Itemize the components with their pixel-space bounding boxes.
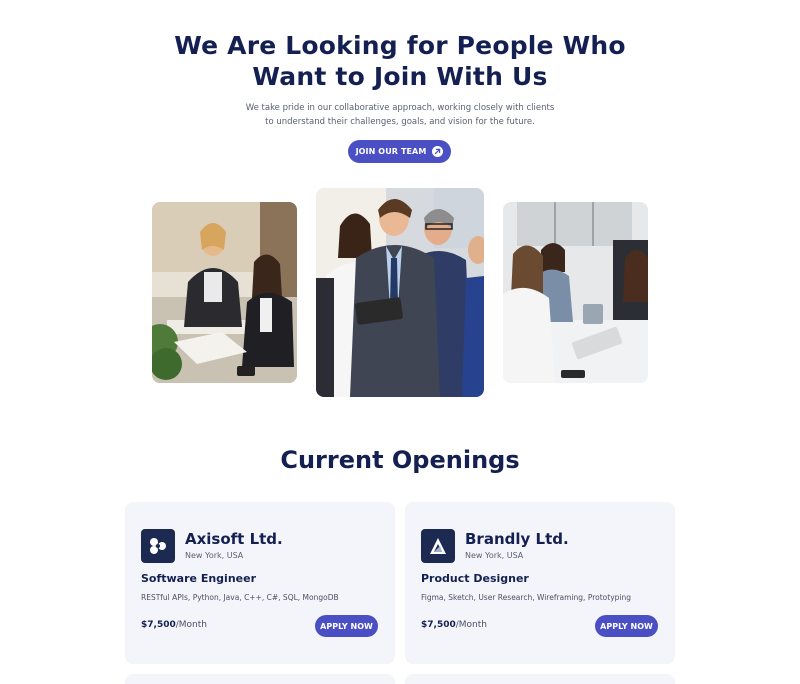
join-our-team-button[interactable]: JOIN OUR TEAM	[348, 140, 451, 163]
team-meeting-photo	[152, 202, 297, 383]
arrow-up-right-icon	[432, 146, 444, 157]
salary-amount: $7,500	[141, 620, 176, 630]
job-title: Software Engineer	[141, 572, 256, 585]
salary-period: /Month	[175, 620, 207, 630]
current-openings-title: Current Openings	[280, 446, 520, 474]
hero-title-line2: Want to Join With Us	[252, 62, 548, 91]
join-our-team-label: JOIN OUR TEAM	[355, 147, 427, 156]
office-workers-photo	[503, 202, 648, 383]
hero-title-line1: We Are Looking for People Who	[174, 31, 626, 60]
apply-now-button[interactable]: APPLY NOW	[315, 615, 378, 637]
job-skills: RESTful APIs, Python, Java, C++, C#, SQL…	[141, 593, 339, 602]
business-team-photo	[316, 188, 484, 397]
company-name: Brandly Ltd.	[465, 530, 569, 548]
company-location: New York, USA	[465, 551, 524, 560]
hero-title: We Are Looking for People Who Want to Jo…	[0, 30, 800, 92]
hero-subtitle-line1: We take pride in our collaborative appro…	[245, 103, 555, 113]
job-title: Product Designer	[421, 572, 529, 585]
salary-period: /Month	[455, 620, 487, 630]
axisoft-logo-icon	[141, 529, 175, 563]
hero-subtitle-line2: to understand their challenges, goals, a…	[265, 116, 535, 127]
salary-amount: $7,500	[421, 620, 456, 630]
job-card-software-engineer[interactable]: Axisoft Ltd. New York, USA Software Engi…	[125, 502, 395, 664]
job-salary: $7,500/Month	[421, 620, 487, 630]
job-card-product-designer[interactable]: Brandly Ltd. New York, USA Product Desig…	[405, 502, 675, 664]
hero-subtitle: We take pride in our collaborative appro…	[0, 102, 800, 129]
brandly-logo-icon	[421, 529, 455, 563]
apply-now-button[interactable]: APPLY NOW	[595, 615, 658, 637]
job-card-partial	[405, 674, 675, 684]
job-skills: Figma, Sketch, User Research, Wireframin…	[421, 593, 631, 602]
company-location: New York, USA	[185, 551, 244, 560]
job-salary: $7,500/Month	[141, 620, 207, 630]
company-name: Axisoft Ltd.	[185, 530, 283, 548]
job-card-partial	[125, 674, 395, 684]
